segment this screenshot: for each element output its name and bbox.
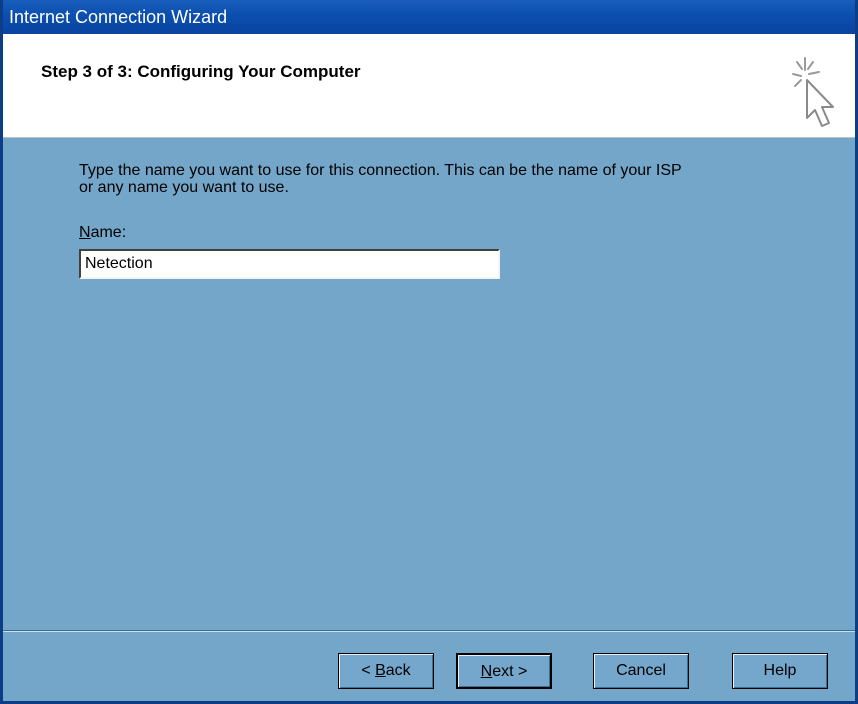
next-button[interactable]: Next > bbox=[456, 653, 552, 689]
window-title: Internet Connection Wizard bbox=[9, 7, 228, 27]
wizard-window: Internet Connection Wizard Step 3 of 3: … bbox=[0, 0, 858, 704]
wizard-header: Step 3 of 3: Configuring Your Computer bbox=[3, 34, 855, 138]
back-button-accelerator: B bbox=[375, 662, 386, 679]
title-bar[interactable]: Internet Connection Wizard bbox=[3, 0, 855, 34]
next-button-accelerator: N bbox=[480, 663, 493, 680]
instructions-text: Type the name you want to use for this c… bbox=[79, 162, 779, 196]
instruction-line-1: Type the name you want to use for this c… bbox=[79, 162, 682, 179]
name-label: Name: bbox=[79, 224, 126, 242]
back-button-label: ack bbox=[385, 662, 411, 679]
back-button[interactable]: < Back bbox=[338, 653, 434, 689]
button-area-divider bbox=[3, 630, 855, 632]
name-label-accelerator: N bbox=[79, 224, 91, 241]
connection-name-input[interactable] bbox=[79, 249, 500, 279]
next-button-label: ext > bbox=[492, 663, 528, 680]
step-title: Step 3 of 3: Configuring Your Computer bbox=[41, 62, 361, 81]
help-button[interactable]: Help bbox=[732, 653, 828, 689]
name-label-text: ame: bbox=[90, 224, 127, 241]
back-button-prefix: < bbox=[361, 662, 376, 679]
cancel-button[interactable]: Cancel bbox=[593, 653, 689, 689]
wizard-cursor-icon bbox=[792, 57, 834, 127]
instruction-line-2: or any name you want to use. bbox=[79, 179, 289, 196]
